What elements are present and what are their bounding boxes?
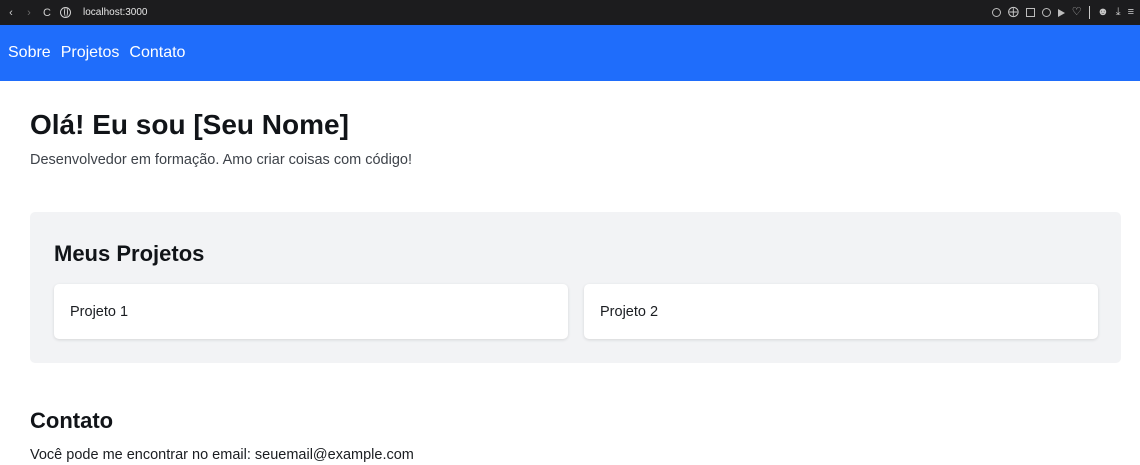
contact-heading: Contato xyxy=(30,408,114,433)
site-info-icon[interactable] xyxy=(60,7,71,18)
heart-icon[interactable]: ♡ xyxy=(1072,7,1082,18)
profile-icon[interactable]: ☻ xyxy=(1097,7,1109,18)
nav-link-projetos[interactable]: Projetos xyxy=(61,44,120,62)
play-icon[interactable] xyxy=(1057,8,1065,17)
forward-icon[interactable]: › xyxy=(24,7,34,19)
project-card-1[interactable]: Projeto 1 xyxy=(54,284,568,339)
projects-section: Meus Projetos Projeto 1 Projeto 2 xyxy=(30,212,1121,363)
nav-link-contato[interactable]: Contato xyxy=(129,44,185,62)
contact-text: Você pode me encontrar no email: seuemai… xyxy=(30,447,414,463)
sidebar-icon[interactable] xyxy=(1025,8,1035,17)
browser-nav-controls: ‹ › C localhost:3000 xyxy=(6,7,148,19)
address-bar[interactable]: localhost:3000 xyxy=(83,7,148,18)
project-card-2[interactable]: Projeto 2 xyxy=(584,284,1098,339)
projects-heading: Meus Projetos xyxy=(54,241,205,266)
shield-icon[interactable] xyxy=(1041,8,1051,17)
hero-subtitle: Desenvolvedor em formação. Amo criar coi… xyxy=(30,152,412,168)
menu-icon[interactable]: ≡ xyxy=(1128,7,1134,18)
toolbar-divider xyxy=(1088,6,1091,19)
reload-icon[interactable]: C xyxy=(42,7,52,19)
back-icon[interactable]: ‹ xyxy=(6,7,16,19)
page-title: Olá! Eu sou [Seu Nome] xyxy=(30,109,349,140)
extensions-icon[interactable]: ⨁ xyxy=(1008,7,1019,18)
browser-toolbar-actions: ⨁ ♡ ☻ ⤓ ≡ xyxy=(991,6,1134,19)
nav-link-sobre[interactable]: Sobre xyxy=(8,44,51,62)
browser-toolbar: ‹ › C localhost:3000 ⨁ ♡ ☻ ⤓ ≡ xyxy=(0,0,1140,25)
download-icon[interactable]: ⤓ xyxy=(1116,7,1121,18)
navbar: Sobre Projetos Contato xyxy=(0,25,1140,81)
zoom-icon[interactable] xyxy=(991,8,1001,17)
